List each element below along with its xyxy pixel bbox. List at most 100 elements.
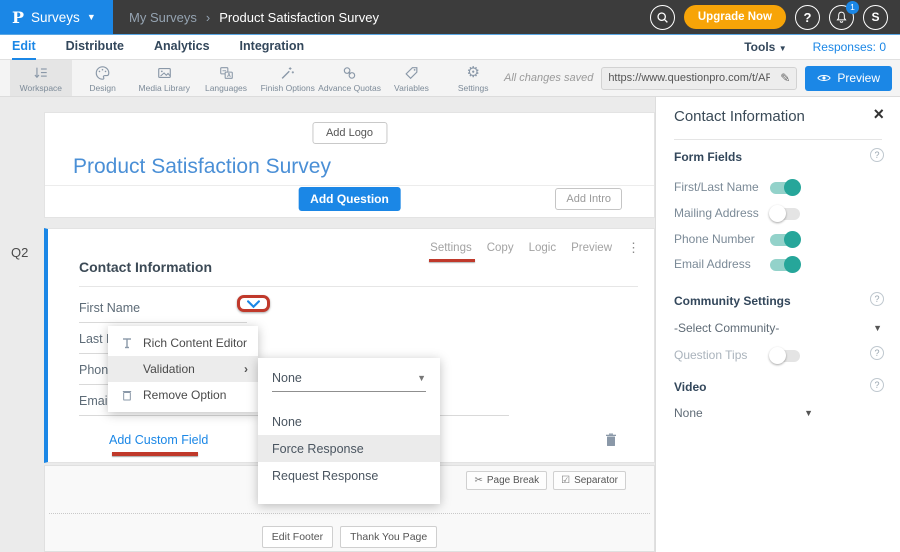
chevron-down-icon: ▼ [873, 323, 882, 333]
chain-link-icon [341, 65, 358, 81]
annotation-underline-settings [429, 259, 475, 262]
kebab-menu-icon[interactable]: ⋮ [627, 240, 640, 256]
toggle-label-mailing-address: Mailing Address [674, 206, 759, 220]
form-fields-heading: Form Fields [674, 150, 742, 164]
dotted-divider [49, 513, 650, 514]
toggle-label-phone-number: Phone Number [674, 232, 755, 246]
toggle-knob [769, 205, 786, 222]
translate-icon: A [218, 65, 235, 81]
toolbar-right: All changes saved ✎ Preview [504, 60, 900, 96]
toggle-mailing-address[interactable] [770, 208, 800, 220]
tab-edit[interactable]: Edit [12, 35, 36, 60]
community-select[interactable]: -Select Community- ▼ [674, 321, 882, 335]
toolbar-item-label: Languages [205, 83, 247, 93]
pencil-icon[interactable]: ✎ [780, 71, 790, 85]
toolbar-item-languages[interactable]: A Languages [195, 60, 257, 96]
page-break-button[interactable]: ✂ Page Break [466, 471, 547, 490]
divider [674, 139, 882, 140]
workspace-icon [32, 65, 49, 81]
divider [79, 286, 638, 287]
chevron-down-icon: ▼ [779, 44, 787, 53]
option-none[interactable]: None [258, 408, 440, 435]
help-icon[interactable]: ? [870, 148, 884, 162]
question-action-logic[interactable]: Logic [529, 242, 557, 254]
save-status: All changes saved [504, 72, 593, 84]
menu-item-validation[interactable]: Validation › [108, 356, 258, 382]
close-icon[interactable]: × [873, 104, 884, 125]
bell-icon [835, 10, 848, 24]
footer-buttons: Edit Footer Thank You Page [45, 526, 654, 548]
page-tools: ✂ Page Break ☑ Separator [466, 471, 626, 490]
chevron-right-icon: › [244, 362, 248, 376]
preview-button[interactable]: Preview [805, 66, 892, 91]
thank-you-page-button[interactable]: Thank You Page [340, 526, 437, 548]
help-button[interactable]: ? [795, 5, 820, 30]
toolbar-item-label: Advance Quotas [318, 83, 381, 93]
field-label: First Name [79, 301, 140, 315]
tab-integration[interactable]: Integration [240, 35, 305, 60]
question-action-settings[interactable]: Settings [430, 242, 472, 254]
survey-url-input[interactable] [608, 72, 770, 84]
add-custom-field-link[interactable]: Add Custom Field [109, 433, 208, 447]
tab-distribute[interactable]: Distribute [66, 35, 124, 60]
product-name: Surveys [31, 10, 80, 25]
responses-count[interactable]: Responses: 0 [813, 40, 886, 54]
delete-question-button[interactable] [605, 432, 617, 452]
option-request-response[interactable]: Request Response [258, 462, 440, 489]
account-avatar[interactable]: S [863, 5, 888, 30]
menu-item-rich-content-editor[interactable]: Rich Content Editor [108, 330, 258, 356]
toolbar-item-workspace[interactable]: Workspace [10, 60, 72, 96]
search-button[interactable] [650, 5, 675, 30]
tab-analytics[interactable]: Analytics [154, 35, 210, 60]
upgrade-button[interactable]: Upgrade Now [684, 5, 786, 29]
toolbar-item-settings[interactable]: ⚙ Settings [442, 60, 504, 96]
field-row-first-name[interactable]: First Name [79, 301, 247, 323]
toolbar-item-label: Settings [458, 83, 489, 93]
help-icon[interactable]: ? [870, 292, 884, 306]
tag-icon [403, 65, 420, 81]
survey-url-field[interactable]: ✎ [601, 67, 797, 90]
divider [45, 185, 654, 186]
survey-title[interactable]: Product Satisfaction Survey [73, 155, 331, 179]
validation-selected-value: None [272, 371, 302, 385]
edit-footer-button[interactable]: Edit Footer [262, 526, 333, 548]
toggle-email-address[interactable] [770, 259, 800, 271]
sidebar-title: Contact Information [674, 108, 805, 125]
add-logo-button[interactable]: Add Logo [312, 122, 387, 144]
toggle-label-first-last-name: First/Last Name [674, 180, 759, 194]
menu-item-label: Remove Option [143, 388, 226, 402]
toggle-first-last-name[interactable] [770, 182, 800, 194]
tools-dropdown[interactable]: Tools ▼ [744, 40, 786, 54]
breadcrumb-separator: › [206, 10, 210, 25]
toggle-phone-number[interactable] [770, 234, 800, 246]
help-icon[interactable]: ? [870, 346, 884, 360]
product-switcher[interactable]: P Surveys ▼ [0, 0, 113, 34]
community-select-value: -Select Community- [674, 321, 779, 335]
community-settings-heading: Community Settings [674, 294, 791, 308]
question-action-copy[interactable]: Copy [487, 242, 514, 254]
topbar-actions: Upgrade Now ? 1 S [650, 5, 900, 30]
separator-button[interactable]: ☑ Separator [553, 471, 626, 490]
question-tips-label: Question Tips [674, 348, 747, 362]
toolbar-item-variables[interactable]: Variables [381, 60, 443, 96]
question-action-preview[interactable]: Preview [571, 242, 612, 254]
add-intro-button[interactable]: Add Intro [555, 188, 622, 210]
annotation-box-chevron [237, 295, 270, 312]
video-select[interactable]: None ▼ [674, 406, 882, 420]
settings-sidebar: Contact Information × Form Fields ? Firs… [655, 97, 900, 552]
validation-select[interactable]: None ▼ [272, 371, 426, 392]
menu-item-remove-option[interactable]: Remove Option [108, 382, 258, 408]
toggle-knob [784, 231, 801, 248]
toolbar-item-design[interactable]: Design [72, 60, 134, 96]
toolbar-item-finish-options[interactable]: Finish Options [257, 60, 319, 96]
chevron-down-icon[interactable] [246, 300, 261, 309]
question-heading[interactable]: Contact Information [79, 259, 212, 275]
option-force-response[interactable]: Force Response [258, 435, 440, 462]
toggle-question-tips[interactable] [770, 350, 800, 362]
add-question-button[interactable]: Add Question [298, 187, 401, 211]
toolbar-item-advance-quotas[interactable]: Advance Quotas [319, 60, 381, 96]
question-mark-icon: ? [804, 10, 812, 25]
toolbar-item-media-library[interactable]: Media Library [133, 60, 195, 96]
help-icon[interactable]: ? [870, 378, 884, 392]
breadcrumb-parent[interactable]: My Surveys [129, 10, 197, 25]
